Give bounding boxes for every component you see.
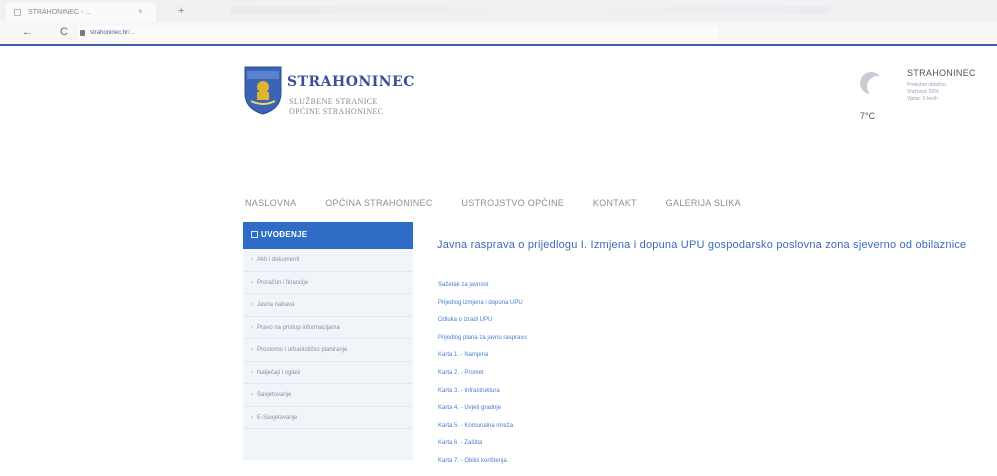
sidebar-item[interactable]: › Proračun i financije xyxy=(243,272,413,294)
weather-detail-line: Pretežno oblačno xyxy=(907,82,946,88)
document-link[interactable]: Prijedlog plana za javnu raspravu xyxy=(438,335,527,353)
chevron-right-icon: › xyxy=(251,302,253,308)
document-link-list: Sažetak za javnost Prijedlog izmjena i d… xyxy=(438,282,527,476)
article-title: Javna rasprava o prijedlogu I. Izmjena i… xyxy=(437,239,967,251)
weather-detail-line: Vjetar: 5 km/h xyxy=(907,96,938,102)
sidebar-item-label: Proračun i financije xyxy=(257,279,309,286)
sidebar-item-label: Javna nabava xyxy=(257,302,295,308)
subtitle-line: SLUŽBENE STRANICE xyxy=(289,97,378,106)
document-link[interactable]: Karta 1. - Namjena xyxy=(438,352,527,370)
sidebar-item-label: E-Savjetovanje xyxy=(257,414,298,421)
coat-of-arms-logo[interactable] xyxy=(243,65,283,115)
page-icon xyxy=(14,9,21,16)
document-link[interactable]: Karta 4. - Uvjeti gradnje xyxy=(438,405,527,423)
document-link[interactable]: Karta 6. - Zaštita xyxy=(438,440,527,458)
sidebar-item-label: Savjetovanje xyxy=(257,392,292,398)
sidebar-item-label: Pravo na pristup informacijama xyxy=(257,324,340,331)
weather-city: STRAHONINEC xyxy=(907,68,976,78)
chevron-right-icon: › xyxy=(251,324,253,331)
document-link[interactable]: Sažetak za javnost xyxy=(438,282,527,300)
sidebar-item-label: Prostorno i urbanističko planiranje xyxy=(257,347,348,353)
weather-detail-line: Vlažnost: 82% xyxy=(907,89,939,95)
document-link[interactable]: Prijedlog izmjena i dopuna UPU xyxy=(438,300,527,318)
sidebar-item[interactable]: › Javna nabava xyxy=(243,294,413,317)
sidebar-item-label: Natječaji i oglasi xyxy=(257,369,301,376)
tab-strip-background xyxy=(230,6,830,14)
chevron-right-icon: › xyxy=(251,257,253,263)
address-bar[interactable]: strahoninec.hr/... xyxy=(78,26,718,41)
url-path: /... xyxy=(128,30,135,36)
document-link[interactable]: Karta 5. - Komunalna mreža xyxy=(438,423,527,441)
site-subtitle: SLUŽBENE STRANICE OPĆINE STRAHONINEC xyxy=(289,97,384,117)
browser-tab[interactable]: STRAHONINEC - ... × xyxy=(6,3,156,22)
sidebar-title: UVOĐENJE xyxy=(261,230,308,239)
document-link[interactable]: Karta 2. - Promet xyxy=(438,370,527,388)
chevron-right-icon: › xyxy=(251,279,253,286)
menu-item-galerija[interactable]: GALERIJA SLIKA xyxy=(666,198,741,208)
sidebar-item[interactable]: › Akti i dokumenti xyxy=(243,249,413,272)
sidebar: UVOĐENJE › Akti i dokumenti › Proračun i f… xyxy=(243,222,413,460)
sidebar-item[interactable]: › E-Savjetovanje xyxy=(243,407,413,429)
weather-details: Pretežno oblačno Vlažnost: 82% Vjetar: 5… xyxy=(907,82,946,103)
sidebar-item[interactable]: › Pravo na pristup informacijama xyxy=(243,317,413,339)
lock-icon xyxy=(80,30,85,36)
main-menu: NASLOVNA OPĆINA STRAHONINEC USTROJSTVO O… xyxy=(245,198,767,208)
temperature: 7°C xyxy=(860,111,876,121)
menu-item-ustrojstvo[interactable]: USTROJSTVO OPĆINE xyxy=(461,198,564,208)
browser-toolbar: ← C strahoninec.hr/... xyxy=(0,22,997,46)
moon-icon xyxy=(860,72,888,97)
chevron-right-icon: › xyxy=(251,369,253,376)
chevron-right-icon: › xyxy=(251,392,253,398)
tab-title: STRAHONINEC - ... xyxy=(28,9,92,16)
subtitle-line: OPĆINE STRAHONINEC xyxy=(289,107,384,116)
close-icon[interactable]: × xyxy=(138,7,143,16)
reload-button[interactable]: C xyxy=(60,26,68,38)
menu-item-naslovna[interactable]: NASLOVNA xyxy=(245,198,296,208)
menu-item-kontakt[interactable]: KONTAKT xyxy=(593,198,637,208)
document-link[interactable]: Karta 3. - Infrastruktura xyxy=(438,388,527,406)
sidebar-item[interactable]: › Prostorno i urbanističko planiranje xyxy=(243,339,413,362)
menu-item-opcina[interactable]: OPĆINA STRAHONINEC xyxy=(325,198,432,208)
sidebar-header: UVOĐENJE xyxy=(243,222,413,249)
sidebar-item[interactable]: › Natječaji i oglasi xyxy=(243,362,413,384)
weather-widget: 7°C STRAHONINEC Pretežno oblačno Vlažnos… xyxy=(860,65,990,155)
document-link[interactable]: Karta 7. - Oblici korištenja xyxy=(438,458,527,476)
sidebar-item[interactable]: › Savjetovanje xyxy=(243,384,413,407)
sidebar-item-label: Akti i dokumenti xyxy=(257,257,300,263)
browser-tab-bar: STRAHONINEC - ... × + xyxy=(0,0,997,22)
new-tab-button[interactable]: + xyxy=(178,5,184,17)
back-button[interactable]: ← xyxy=(22,26,33,38)
document-link[interactable]: Odluka o izradi UPU xyxy=(438,317,527,335)
chevron-right-icon: › xyxy=(251,347,253,353)
site-title[interactable]: STRAHONINEC xyxy=(287,74,415,90)
document-icon xyxy=(251,231,258,238)
url-host: strahoninec.hr xyxy=(90,30,129,36)
chevron-right-icon: › xyxy=(251,414,253,421)
